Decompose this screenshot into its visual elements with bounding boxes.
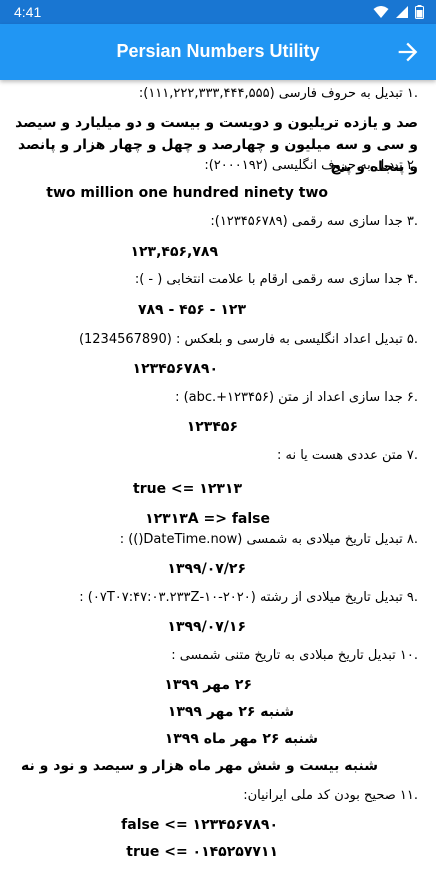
list-item: .۲ تبدیل به حروف انگلیسی (۲۰۰۰۱۹۲): two … [6,156,418,204]
item-result: ۱۲۳۴۵۶۷۸۹۰ [132,361,218,377]
item-result: شنبه بیست و شش مهر ماه هزار و سیصد و نود… [21,758,378,774]
item-result: ۱۲۳۴۵۶ [186,419,238,435]
item-result: شنبه ۲۶ مهر ۱۳۹۹ [167,704,294,720]
app-title: Persian Numbers Utility [116,41,320,61]
item-heading: .۹ تبدیل تاریخ میلادی از رشته (۲۰۲۰-۱۰-۰… [79,590,418,605]
item-result: false <= ۱۲۳۴۵۶۷۸۹۰ [121,817,278,833]
item-heading: .۱۱ صحیح بودن کد ملی ایرانیان: [243,788,418,803]
list-item: .۶ جدا سازی اعداد از متن (abc.+۱۲۳۴۵۶) :… [6,388,418,438]
item-heading: .۳ جدا سازی سه رقمی (۱۲۳۴۵۶۷۸۹): [210,214,418,229]
item-result: ۱۲۳,۴۵۶,۷۸۹ [130,244,218,260]
forward-button[interactable] [394,38,422,66]
item-heading: .۱۰ تبدیل تاریخ مبلادی به تاریخ متنی شمس… [171,648,418,663]
item-heading: .۴ جدا سازی سه رقمی ارقام با علامت انتخا… [134,272,418,287]
list-item: .۵ تبدیل اعداد انگلیسی به فارسی و بلعکس … [6,330,418,380]
item-heading: .۶ جدا سازی اعداد از متن (abc.+۱۲۳۴۵۶) : [175,390,418,405]
item-result: ۱۳۹۹/۰۷/۲۶ [167,561,246,577]
item-result: true <= ۰۱۴۵۲۵۷۷۱۱ [126,844,278,860]
list-item: .۱۰ تبدیل تاریخ مبلادی به تاریخ متنی شمس… [6,646,418,777]
item-heading: .۸ تبدیل تاریخ میلادی به شمسی (DateTime.… [119,532,418,547]
item-result: ۲۶ مهر ۱۳۹۹ [164,677,252,693]
item-result: شنبه ۲۶ مهر ماه ۱۳۹۹ [164,731,318,747]
item-result: ۱۲۳۱۳A => false [145,511,270,527]
item-result: two million one hundred ninety two [46,185,328,201]
list-item: .۹ تبدیل تاریخ میلادی از رشته (۲۰۲۰-۱۰-۰… [6,588,418,638]
list-item: .۱۱ صحیح بودن کد ملی ایرانیان: false <= … [6,786,418,863]
app-bar: Persian Numbers Utility [0,24,436,80]
list-item: .۴ جدا سازی سه رقمی ارقام با علامت انتخا… [6,270,418,321]
item-heading: .۵ تبدیل اعداد انگلیسی به فارسی و بلعکس … [78,332,418,347]
item-heading: .۷ متن عددی هست یا نه : [276,448,418,463]
list-item: .۸ تبدیل تاریخ میلادی به شمسی (DateTime.… [6,530,418,580]
item-result: true <= ۱۲۳۱۳ [133,481,242,497]
item-result: ۱۳۹۹/۰۷/۱۶ [167,619,246,635]
status-icons [373,5,424,19]
signal-icon [396,6,408,18]
list-item: .۳ جدا سازی سه رقمی (۱۲۳۴۵۶۷۸۹): ۱۲۳,۴۵۶… [6,212,418,263]
item-heading: .۱ تبدیل به حروف فارسی (۱۱۱,۲۲۲,۳۳۳,۴۴۴,… [138,86,418,101]
status-time: 4:41 [14,4,42,20]
item-heading: .۲ تبدیل به حروف انگلیسی (۲۰۰۰۱۹۲): [204,158,418,173]
status-bar: 4:41 [0,0,436,24]
list-item: .۷ متن عددی هست یا نه : true <= ۱۲۳۱۳ ۱۲… [6,446,418,530]
battery-icon [415,5,424,19]
content-list: .۱ تبدیل به حروف فارسی (۱۱۱,۲۲۲,۳۳۳,۴۴۴,… [0,80,436,877]
wifi-icon [373,6,389,18]
arrow-forward-icon [398,42,418,62]
item-result: ۱۲۳ - ۴۵۶ - ۷۸۹ [137,302,246,318]
